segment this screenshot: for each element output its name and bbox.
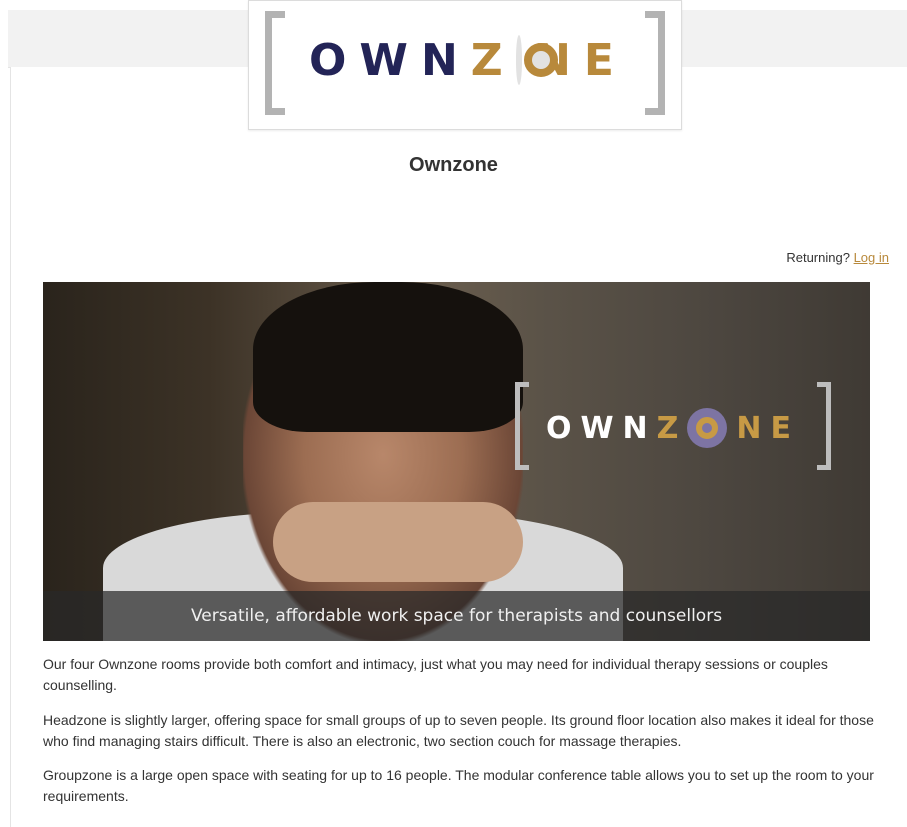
- paragraph-ownzone-rooms: Our four Ownzone rooms provide both comf…: [43, 656, 828, 693]
- logo-wordmark: OWN Z NE: [309, 30, 627, 90]
- logo-right-bracket: [645, 11, 665, 115]
- returning-login: Returning? Log in: [786, 250, 889, 265]
- paragraph-headzone: Headzone is slightly larger, offering sp…: [43, 712, 874, 749]
- hero-logo-ne-text: NE: [736, 410, 801, 446]
- returning-prompt: Returning?: [786, 250, 850, 265]
- hero-logo-left-bracket: [515, 382, 529, 470]
- site-logo[interactable]: OWN Z NE: [248, 0, 682, 130]
- logo-z-text: Z: [470, 34, 516, 86]
- hero-banner: OWN Z NE Versatile, affordable work spac…: [43, 282, 870, 641]
- hero-logo-right-bracket: [817, 382, 831, 470]
- paragraph-groupzone: Groupzone is a large open space with sea…: [43, 767, 874, 804]
- site-title: Ownzone: [409, 154, 498, 176]
- hero-logo-own-text: OWN: [545, 410, 657, 446]
- hero-logo-z-text: Z: [656, 410, 688, 446]
- logo-left-bracket: [265, 11, 285, 115]
- login-link[interactable]: Log in: [854, 250, 889, 265]
- hero-photo-hair: [253, 282, 523, 432]
- logo-own-text: OWN: [309, 34, 471, 86]
- hero-logo: OWN Z NE: [515, 382, 831, 472]
- hero-logo-wordmark: OWN Z NE: [541, 406, 805, 450]
- hero-logo-o-ring-icon: [687, 408, 728, 448]
- hero-photo-hands: [273, 502, 523, 582]
- logo-o-ring-icon: [515, 35, 561, 85]
- hero-caption: Versatile, affordable work space for the…: [43, 591, 870, 641]
